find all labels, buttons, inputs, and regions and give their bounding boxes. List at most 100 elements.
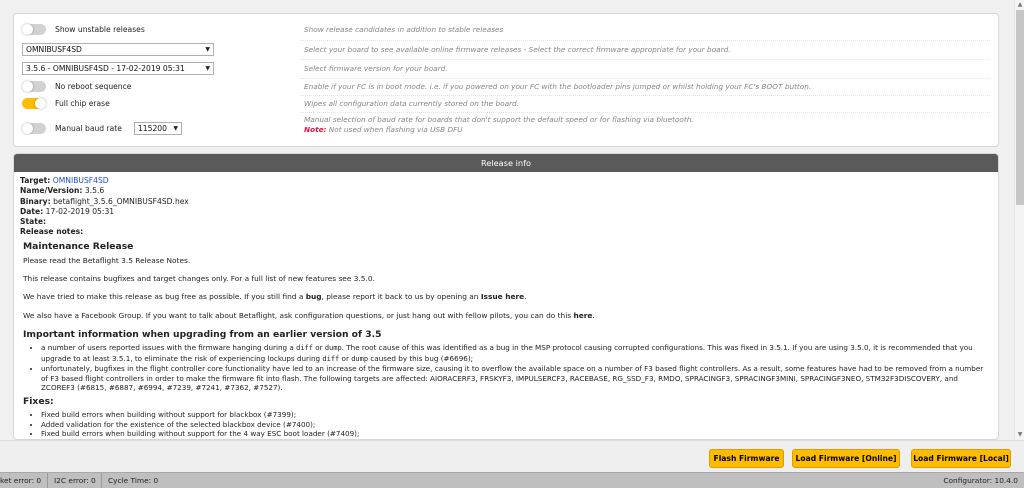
text: or <box>312 342 325 352</box>
full-chip-erase-description: Wipes all configuration data currently s… <box>304 98 519 108</box>
unstable-releases-toggle[interactable] <box>22 23 46 35</box>
manual-baud-description: Manual selection of baud rate for boards… <box>304 115 694 135</box>
release-info-panel: Release info Target: OMNIBUSF4SD Name/Ve… <box>13 153 999 440</box>
firmware-version-description: Select firmware version for your board. <box>304 63 448 73</box>
list-item: Added validation for the existence of th… <box>41 420 992 430</box>
name-version-value: 3.5.6 <box>84 186 105 196</box>
manual-baud-desc-text: Manual selection of baud rate for boards… <box>304 115 694 124</box>
cycle-time-status: Cycle Time: 0 <box>101 473 158 488</box>
option-row-version: 3.5.6 - OMNIBUSF4SD - 17-02-2019 05:31 ▼… <box>14 59 998 77</box>
list-item: a number of users reported issues with t… <box>41 343 992 364</box>
text: . <box>524 292 527 302</box>
binary-label: Binary: <box>20 196 51 206</box>
manual-baud-toggle[interactable] <box>22 122 46 134</box>
target-link[interactable]: OMNIBUSF4SD <box>53 176 109 185</box>
text: We also have a Facebook Group. If you wa… <box>23 310 574 320</box>
option-row-no-reboot: No reboot sequence Enable if your FC is … <box>14 77 998 95</box>
code: dump <box>324 343 342 352</box>
no-reboot-description: Enable if your FC is in boot mode. i.e. … <box>304 81 812 91</box>
release-notes-content: Maintenance Release Please read the Beta… <box>20 241 992 439</box>
full-chip-erase-toggle[interactable] <box>22 97 46 109</box>
facebook-link[interactable]: here <box>573 311 592 320</box>
option-row-manual-baud: Manual baud rate 115200 ▼ Manual selecti… <box>14 115 998 137</box>
flash-firmware-button[interactable]: Flash Firmware <box>709 449 784 468</box>
maintenance-heading: Maintenance Release <box>23 240 134 252</box>
option-row-board: OMNIBUSF4SD ▼ Select your board to see a… <box>14 40 998 58</box>
state-row: State: <box>20 217 992 227</box>
text: . <box>592 310 595 320</box>
code: diff <box>322 354 340 363</box>
list-item: Fixed build errors when building without… <box>41 429 992 439</box>
target-label: Target: <box>20 176 51 185</box>
firmware-version-select[interactable]: 3.5.6 - OMNIBUSF4SD - 17-02-2019 05:31 ▼ <box>22 61 214 75</box>
scroll-up-icon[interactable]: ▲ <box>1015 0 1024 10</box>
target-row: Target: OMNIBUSF4SD <box>20 176 992 186</box>
option-row-full-chip-erase: Full chip erase Wipes all configuration … <box>14 94 998 112</box>
text: We have tried to make this release as bu… <box>23 292 306 302</box>
release-info-header: Release info <box>14 154 998 172</box>
list-item: Fixed build errors when building without… <box>41 410 992 420</box>
action-bar: Flash Firmware Load Firmware [Online] Lo… <box>0 440 1024 472</box>
binary-row: Binary: betaflight_3.5.6_OMNIBUSF4SD.hex <box>20 197 992 207</box>
text: or <box>339 353 352 363</box>
name-version-row: Name/Version: 3.5.6 <box>20 186 992 196</box>
toggle-knob <box>22 80 33 92</box>
full-chip-erase-label: Full chip erase <box>55 98 110 108</box>
date-row: Date: 17-02-2019 05:31 <box>20 207 992 217</box>
scroll-down-icon[interactable]: ▼ <box>1015 430 1024 440</box>
release-notes-row: Release notes: <box>20 227 992 237</box>
scrollbar-thumb[interactable] <box>1016 10 1024 205</box>
status-bar: ket error: 0 I2C error: 0 Cycle Time: 0 … <box>0 472 1024 488</box>
board-select-description: Select your board to see available onlin… <box>304 44 731 54</box>
divider <box>300 112 990 113</box>
chevron-down-icon: ▼ <box>205 64 210 72</box>
binary-value: betaflight_3.5.6_OMNIBUSF4SD.hex <box>53 196 189 206</box>
fixes-list: Fixed build errors when building without… <box>41 410 992 439</box>
issue-link[interactable]: Issue here <box>481 292 524 301</box>
firmware-version-value: 3.5.6 - OMNIBUSF4SD - 17-02-2019 05:31 <box>26 63 185 73</box>
notes-paragraph: Please read the Betaflight 3.5 Release N… <box>23 255 191 265</box>
important-list: a number of users reported issues with t… <box>41 343 992 393</box>
notes-paragraph: We have tried to make this release as bu… <box>23 292 992 302</box>
chevron-down-icon: ▼ <box>173 124 178 132</box>
fixes-heading: Fixes: <box>23 395 54 407</box>
baud-rate-select[interactable]: 115200 ▼ <box>133 121 182 135</box>
option-row-unstable: Show unstable releases Show release cand… <box>14 20 998 38</box>
configurator-version: Configurator: 10.4.0 <box>943 476 1018 485</box>
notes-paragraph: This release contains bugfixes and targe… <box>23 274 375 284</box>
important-heading: Important information when upgrading fro… <box>23 328 382 340</box>
packet-error-status: ket error: 0 <box>0 476 42 485</box>
note-label: Note: <box>304 125 327 134</box>
i2c-error-status: I2C error: 0 <box>47 473 96 488</box>
toggle-knob <box>35 97 46 109</box>
board-select-value: OMNIBUSF4SD <box>26 44 82 54</box>
toggle-knob <box>22 122 33 134</box>
board-select[interactable]: OMNIBUSF4SD ▼ <box>22 42 214 56</box>
note-text: Not used when flashing via USB DFU <box>326 125 463 134</box>
load-firmware-online-button[interactable]: Load Firmware [Online] <box>792 449 900 468</box>
no-reboot-toggle[interactable] <box>22 80 46 92</box>
release-info-body: Target: OMNIBUSF4SD Name/Version: 3.5.6 … <box>14 172 998 439</box>
date-value: 17-02-2019 05:31 <box>45 206 115 216</box>
text: caused by this bug (#6696); <box>368 353 474 363</box>
code: dump <box>351 354 369 363</box>
unstable-releases-description: Show release candidates in addition to s… <box>304 24 504 34</box>
state-label: State: <box>20 217 47 227</box>
list-item: unfortunately, bugfixes in the flight co… <box>41 364 992 393</box>
code: diff <box>296 343 313 352</box>
firmware-options-panel: Show unstable releases Show release cand… <box>13 13 999 147</box>
chevron-down-icon: ▼ <box>205 45 210 53</box>
text: a number of users reported issues with t… <box>41 342 297 352</box>
unstable-releases-label: Show unstable releases <box>55 24 145 34</box>
notes-paragraph: We also have a Facebook Group. If you wa… <box>23 311 992 321</box>
bug-link[interactable]: bug <box>306 292 322 301</box>
text: , please report it back to us by opening… <box>321 292 481 302</box>
release-notes-label: Release notes: <box>20 227 84 237</box>
vertical-scrollbar[interactable]: ▲ ▼ <box>1014 0 1024 440</box>
baud-rate-value: 115200 <box>137 123 167 133</box>
date-label: Date: <box>20 206 44 216</box>
manual-baud-note: Note: Not used when flashing via USB DFU <box>304 125 694 135</box>
manual-baud-label: Manual baud rate <box>55 123 122 133</box>
load-firmware-local-button[interactable]: Load Firmware [Local] <box>911 449 1011 468</box>
no-reboot-label: No reboot sequence <box>55 81 132 91</box>
